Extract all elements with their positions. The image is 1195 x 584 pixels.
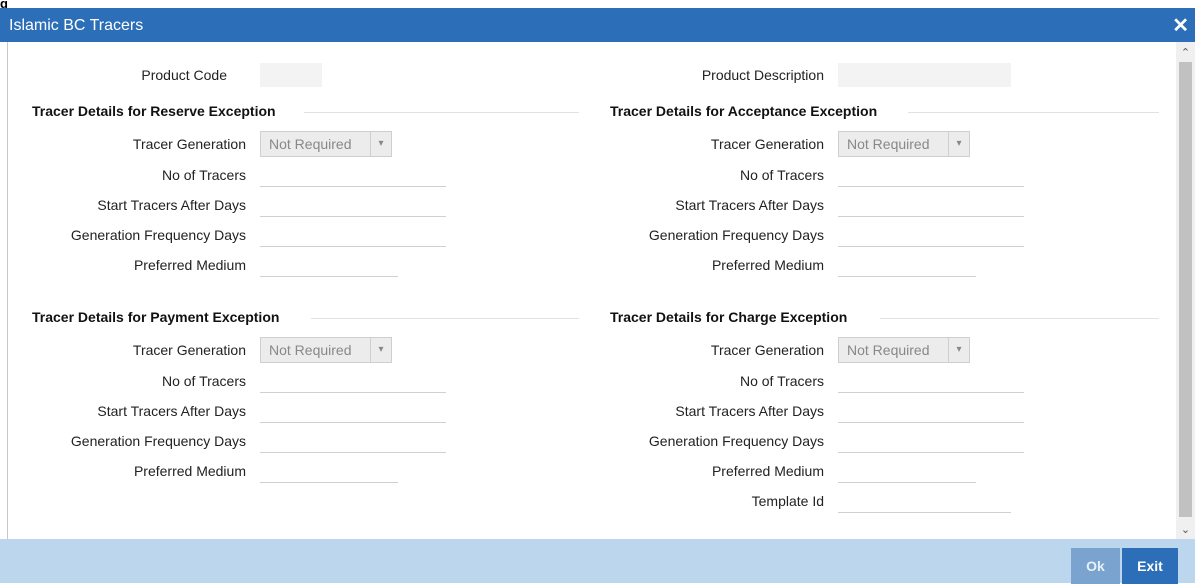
- preferred-medium-label: Preferred Medium: [711, 463, 824, 479]
- payment-no-of-tracers-input[interactable]: [260, 369, 446, 393]
- charge-start-tracers-input[interactable]: [838, 399, 1024, 423]
- generation-frequency-label: Generation Frequency Days: [648, 227, 824, 243]
- window-title: Islamic BC Tracers: [9, 17, 144, 34]
- window-titlebar: Islamic BC Tracers ✕: [0, 8, 1195, 42]
- acceptance-preferred-medium-input[interactable]: [838, 253, 976, 277]
- section-divider: [311, 318, 579, 319]
- no-of-tracers-label: No of Tracers: [739, 373, 824, 389]
- section-title-payment: Tracer Details for Payment Exception: [32, 309, 280, 325]
- template-id-label: Template Id: [751, 493, 824, 509]
- reserve-preferred-medium-input[interactable]: [260, 253, 398, 277]
- payment-generation-frequency-input[interactable]: [260, 429, 446, 453]
- charge-generation-frequency-input[interactable]: [838, 429, 1024, 453]
- generation-frequency-label: Generation Frequency Days: [70, 227, 246, 243]
- chevron-up-icon[interactable]: ⌃: [1176, 44, 1195, 62]
- charge-tracer-generation-select[interactable]: Not Required ▾: [838, 337, 970, 363]
- payment-tracer-generation-select[interactable]: Not Required ▾: [260, 337, 392, 363]
- section-title-acceptance: Tracer Details for Acceptance Exception: [610, 103, 878, 119]
- payment-start-tracers-input[interactable]: [260, 399, 446, 423]
- section-divider: [880, 318, 1159, 319]
- form-content: Product Code Product Description Tracer …: [9, 42, 1175, 539]
- reserve-start-tracers-input[interactable]: [260, 193, 446, 217]
- charge-template-id-input[interactable]: [838, 489, 1011, 513]
- tracer-generation-label: Tracer Generation: [710, 342, 824, 358]
- tracer-generation-label: Tracer Generation: [710, 136, 824, 152]
- corner-letter: g: [0, 0, 8, 8]
- close-icon[interactable]: ✕: [1172, 13, 1189, 38]
- select-value: Not Required: [269, 342, 352, 358]
- preferred-medium-label: Preferred Medium: [711, 257, 824, 273]
- vertical-scrollbar[interactable]: ⌃ ⌄: [1176, 42, 1195, 539]
- preferred-medium-label: Preferred Medium: [133, 463, 246, 479]
- section-divider: [908, 112, 1159, 113]
- chevron-down-icon[interactable]: ▾: [370, 338, 391, 362]
- preferred-medium-label: Preferred Medium: [133, 257, 246, 273]
- select-value: Not Required: [847, 342, 930, 358]
- start-tracers-label: Start Tracers After Days: [675, 197, 824, 213]
- chevron-down-icon[interactable]: ▾: [370, 132, 391, 156]
- reserve-no-of-tracers-input[interactable]: [260, 163, 446, 187]
- start-tracers-label: Start Tracers After Days: [675, 403, 824, 419]
- start-tracers-label: Start Tracers After Days: [97, 197, 246, 213]
- chevron-down-icon[interactable]: ⌄: [1176, 521, 1195, 539]
- exit-button[interactable]: Exit: [1122, 548, 1178, 584]
- product-description-field[interactable]: [838, 63, 1011, 87]
- acceptance-tracer-generation-select[interactable]: Not Required ▾: [838, 131, 970, 157]
- chevron-down-icon[interactable]: ▾: [948, 338, 969, 362]
- select-value: Not Required: [847, 136, 930, 152]
- section-title-reserve: Tracer Details for Reserve Exception: [32, 103, 276, 119]
- tracer-generation-label: Tracer Generation: [132, 342, 246, 358]
- acceptance-generation-frequency-input[interactable]: [838, 223, 1024, 247]
- product-code-field[interactable]: [260, 63, 322, 87]
- select-value: Not Required: [269, 136, 352, 152]
- charge-no-of-tracers-input[interactable]: [838, 369, 1024, 393]
- acceptance-no-of-tracers-input[interactable]: [838, 163, 1024, 187]
- generation-frequency-label: Generation Frequency Days: [648, 433, 824, 449]
- start-tracers-label: Start Tracers After Days: [97, 403, 246, 419]
- charge-preferred-medium-input[interactable]: [838, 459, 976, 483]
- product-description-label: Product Description: [701, 67, 824, 83]
- no-of-tracers-label: No of Tracers: [161, 373, 246, 389]
- generation-frequency-label: Generation Frequency Days: [70, 433, 246, 449]
- ok-button[interactable]: Ok: [1071, 548, 1120, 584]
- no-of-tracers-label: No of Tracers: [161, 167, 246, 183]
- reserve-generation-frequency-input[interactable]: [260, 223, 446, 247]
- reserve-tracer-generation-select[interactable]: Not Required ▾: [260, 131, 392, 157]
- no-of-tracers-label: No of Tracers: [739, 167, 824, 183]
- payment-preferred-medium-input[interactable]: [260, 459, 398, 483]
- scrollbar-thumb[interactable]: [1179, 62, 1192, 517]
- section-title-charge: Tracer Details for Charge Exception: [610, 309, 848, 325]
- tracer-generation-label: Tracer Generation: [132, 136, 246, 152]
- product-code-label: Product Code: [141, 67, 227, 83]
- section-divider: [304, 112, 579, 113]
- acceptance-start-tracers-input[interactable]: [838, 193, 1024, 217]
- chevron-down-icon[interactable]: ▾: [948, 132, 969, 156]
- dialog-footer: Ok Exit: [0, 539, 1195, 584]
